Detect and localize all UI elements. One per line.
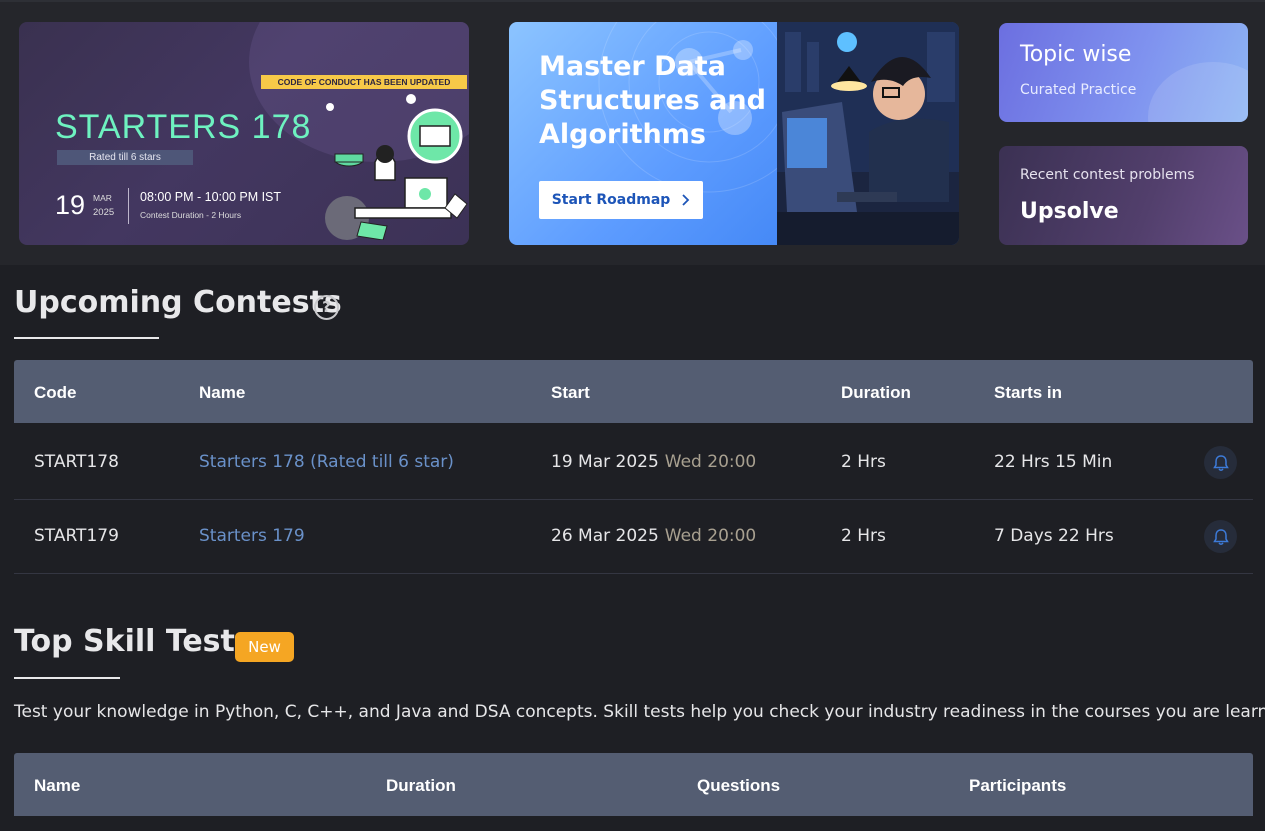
contest-duration: 2 Hrs [841, 452, 886, 472]
reminder-button[interactable] [1204, 520, 1237, 553]
contest-duration: Contest Duration - 2 Hours [140, 210, 242, 220]
upsolve-subtitle: Recent contest problems [1020, 167, 1195, 183]
help-icon[interactable]: ? [314, 295, 339, 320]
starters-banner[interactable]: CODE OF CONDUCT HAS BEEN UPDATED STARTER… [19, 22, 469, 245]
contest-year: 2025 [93, 207, 115, 218]
start-date: 26 Mar 2025 [551, 526, 659, 546]
contest-duration: 2 Hrs [841, 526, 886, 546]
column-header: Duration [386, 776, 456, 795]
programmer-illustration [777, 22, 959, 245]
contests-table-header: Code Name Start Duration Starts in [14, 360, 1253, 423]
conduct-notice: CODE OF CONDUCT HAS BEEN UPDATED [261, 75, 467, 89]
chevron-right-icon [682, 194, 690, 206]
upsolve-title: Upsolve [1020, 199, 1119, 224]
contest-name-link[interactable]: Starters 178 (Rated till 6 star) [199, 452, 454, 472]
bell-icon [1212, 528, 1229, 545]
skill-tests-title: Top Skill Tests [14, 624, 253, 659]
contest-name-link[interactable]: Starters 179 [199, 526, 305, 546]
date-divider [128, 188, 129, 224]
contest-time: 08:00 PM - 10:00 PM IST [140, 190, 282, 204]
start-date: 19 Mar 2025 [551, 452, 659, 472]
coder-illustration [325, 94, 468, 240]
upsolve-banner[interactable]: Recent contest problems Upsolve [999, 146, 1248, 245]
starters-title: STARTERS 178 [55, 108, 312, 146]
contest-month: MAR [93, 193, 112, 203]
table-row: START179 Starters 179 26 Mar 2025 Wed 20:… [14, 500, 1253, 574]
start-roadmap-label: Start Roadmap [551, 192, 671, 208]
topic-wise-banner[interactable]: Topic wise Curated Practice [999, 23, 1248, 122]
column-header: Participants [969, 776, 1067, 795]
contest-starts-in: 22 Hrs 15 Min [994, 452, 1113, 472]
column-header: Start [551, 383, 590, 402]
reminder-button[interactable] [1204, 446, 1237, 479]
banner-decoration [1148, 62, 1248, 122]
section-underline [14, 337, 159, 339]
upcoming-contests-title: Upcoming Contests [14, 285, 342, 320]
skill-tests-table-header: Name Duration Questions Participants [14, 753, 1253, 816]
start-weekday-time: Wed 20:00 [664, 526, 757, 546]
table-row: START178 Starters 178 (Rated till 6 star… [14, 426, 1253, 500]
column-header: Starts in [994, 383, 1063, 402]
bell-icon [1212, 454, 1229, 471]
skill-tests-description: Test your knowledge in Python, C, C++, a… [14, 702, 1265, 722]
column-header: Name [34, 776, 81, 795]
rated-tag: Rated till 6 stars [57, 150, 193, 165]
contest-starts-in: 7 Days 22 Hrs [994, 526, 1114, 546]
topic-wise-title: Topic wise [1020, 42, 1132, 67]
contest-code: START179 [34, 526, 119, 546]
topic-wise-subtitle: Curated Practice [1020, 82, 1137, 98]
column-header: Name [199, 383, 246, 402]
contest-day: 19 [55, 190, 86, 220]
start-weekday-time: Wed 20:00 [664, 452, 757, 472]
dsa-banner[interactable]: Master Data Structures and Algorithms St… [509, 22, 959, 245]
column-header: Code [34, 383, 77, 402]
start-roadmap-button[interactable]: Start Roadmap [539, 181, 703, 219]
new-badge: New [235, 632, 294, 662]
section-underline [14, 677, 120, 679]
contest-code: START178 [34, 452, 119, 472]
dsa-heading: Master Data Structures and Algorithms [539, 51, 766, 150]
column-header: Questions [697, 776, 781, 795]
contest-start: 19 Mar 2025 Wed 20:00 [551, 452, 756, 472]
column-header: Duration [841, 383, 911, 402]
contest-start: 26 Mar 2025 Wed 20:00 [551, 526, 756, 546]
